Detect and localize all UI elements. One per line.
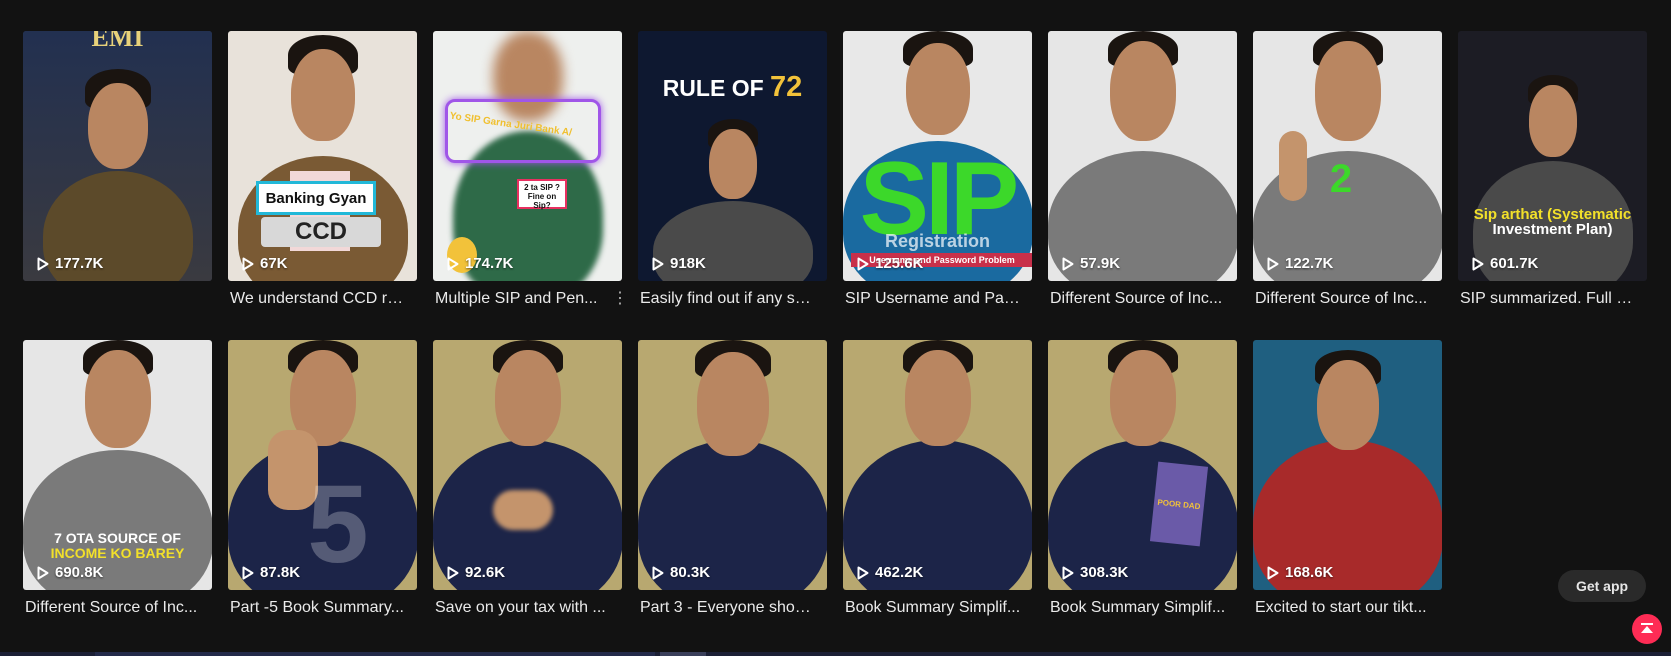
play-icon xyxy=(857,566,869,579)
play-icon xyxy=(37,566,49,579)
thumbnail-overlay-text: RULE OF 72 xyxy=(662,71,803,103)
video-thumbnail[interactable]: SIP Registration Username and Password P… xyxy=(843,31,1032,281)
more-options-icon[interactable]: ⋮ xyxy=(612,291,628,307)
video-card[interactable]: Banking Gyan CCD 67K We understand CCD r… xyxy=(228,31,417,317)
view-count: 87.8K xyxy=(242,564,300,581)
play-icon xyxy=(857,257,869,270)
video-caption[interactable]: SIP summarized. Full d... xyxy=(1458,290,1636,308)
video-card[interactable]: 92.6K Save on your tax with ... xyxy=(433,340,622,626)
video-thumbnail[interactable]: 57.9K xyxy=(1048,31,1237,281)
view-count: 80.3K xyxy=(652,564,710,581)
thumbnail-overlay-text: POOR DAD xyxy=(1157,497,1201,511)
video-caption[interactable]: We understand CCD ra... xyxy=(228,290,406,308)
view-count: 122.7K xyxy=(1267,255,1333,272)
play-icon xyxy=(447,257,459,270)
play-icon xyxy=(1267,566,1279,579)
play-icon xyxy=(242,566,254,579)
video-thumbnail[interactable]: 5 87.8K xyxy=(228,340,417,590)
video-thumbnail[interactable]: 80.3K xyxy=(638,340,827,590)
video-caption[interactable]: Save on your tax with ... xyxy=(433,599,611,617)
video-thumbnail[interactable]: POOR DAD 308.3K xyxy=(1048,340,1237,590)
view-count: 57.9K xyxy=(1062,255,1120,272)
video-card[interactable]: 2 122.7K Different Source of Inc... xyxy=(1253,31,1442,317)
thumbnail-overlay-text: Banking Gyan xyxy=(265,189,367,207)
view-count: 67K xyxy=(242,255,288,272)
play-icon xyxy=(242,257,254,270)
arrow-up-icon xyxy=(1641,623,1653,633)
view-count: 174.7K xyxy=(447,255,513,272)
video-caption[interactable]: SIP Username and Pas... xyxy=(843,290,1021,308)
play-icon xyxy=(1267,257,1279,270)
thumbnail-overlay-text: Investment Plan) xyxy=(1492,221,1613,238)
play-icon xyxy=(652,566,664,579)
view-count: 125.6K xyxy=(857,255,923,272)
thumbnail-overlay-text: 2 ta SIP ? Fine on Sip? xyxy=(517,179,567,210)
thumbnail-overlay-text: INCOME KO BAREY xyxy=(50,545,185,561)
view-count: 918K xyxy=(652,255,706,272)
video-thumbnail[interactable]: 168.6K xyxy=(1253,340,1442,590)
video-caption[interactable]: Different Source of Inc... xyxy=(1253,290,1431,308)
video-thumbnail[interactable]: 2 122.7K xyxy=(1253,31,1442,281)
video-caption[interactable]: Different Source of Inc... xyxy=(23,599,201,617)
video-caption[interactable]: Excited to start our tikt... xyxy=(1253,599,1431,617)
play-icon xyxy=(652,257,664,270)
thumbnail-overlay-text: 2 xyxy=(1329,157,1353,201)
video-card[interactable]: EMI 177.7K xyxy=(23,31,212,317)
video-grid-page: EMI 177.7K Banking Gyan CCD 67K We under… xyxy=(0,0,1671,656)
view-count: 601.7K xyxy=(1472,255,1538,272)
get-app-button[interactable]: Get app xyxy=(1558,570,1646,602)
video-card[interactable]: SIP Registration Username and Password P… xyxy=(843,31,1032,317)
video-thumbnail[interactable]: 462.2K xyxy=(843,340,1032,590)
view-count: 177.7K xyxy=(37,255,103,272)
video-card[interactable]: 462.2K Book Summary Simplif... xyxy=(843,340,1032,626)
video-thumbnail[interactable]: 92.6K xyxy=(433,340,622,590)
video-card[interactable]: 7 OTA SOURCE OF INCOME KO BAREY 690.8K D… xyxy=(23,340,212,626)
play-icon xyxy=(1062,566,1074,579)
video-caption[interactable]: Book Summary Simplif... xyxy=(1048,599,1226,617)
video-grid: EMI 177.7K Banking Gyan CCD 67K We under… xyxy=(23,31,1647,626)
video-card[interactable]: 57.9K Different Source of Inc... xyxy=(1048,31,1237,317)
video-thumbnail[interactable]: EMI 177.7K xyxy=(23,31,212,281)
thumbnail-overlay-text: 7 OTA SOURCE OF xyxy=(54,530,181,546)
view-count: 92.6K xyxy=(447,564,505,581)
video-thumbnail[interactable]: Yo SIP Garna Juri Bank A/ 2 ta SIP ? Fin… xyxy=(433,31,622,281)
video-caption[interactable]: Different Source of Inc... xyxy=(1048,290,1226,308)
video-card[interactable]: Yo SIP Garna Juri Bank A/ 2 ta SIP ? Fin… xyxy=(433,31,628,317)
play-icon xyxy=(447,566,459,579)
view-count: 308.3K xyxy=(1062,564,1128,581)
play-icon xyxy=(1062,257,1074,270)
video-card[interactable]: 5 87.8K Part -5 Book Summary... xyxy=(228,340,417,626)
video-thumbnail[interactable]: 7 OTA SOURCE OF INCOME KO BAREY 690.8K xyxy=(23,340,212,590)
video-card[interactable]: POOR DAD 308.3K Book Summary Simplif... xyxy=(1048,340,1237,626)
video-caption[interactable]: Part -5 Book Summary... xyxy=(228,599,406,617)
video-thumbnail[interactable]: RULE OF 72 918K xyxy=(638,31,827,281)
thumbnail-overlay-text: CCD xyxy=(295,218,347,245)
view-count: 462.2K xyxy=(857,564,923,581)
scroll-to-top-button[interactable] xyxy=(1632,614,1662,644)
thumbnail-overlay-text: Registration xyxy=(884,231,990,251)
scrollbar-thumb[interactable] xyxy=(660,652,706,656)
video-thumbnail[interactable]: Sip arthat (Systematic Investment Plan) … xyxy=(1458,31,1647,281)
video-card[interactable]: Sip arthat (Systematic Investment Plan) … xyxy=(1458,31,1647,317)
thumbnail-overlay-text: EMI xyxy=(91,31,144,52)
video-caption[interactable]: Multiple SIP and Pen... xyxy=(433,290,601,308)
video-caption[interactable]: Part 3 - Everyone shou... xyxy=(638,599,816,617)
view-count: 690.8K xyxy=(37,564,103,581)
video-caption[interactable]: Book Summary Simplif... xyxy=(843,599,1021,617)
video-card[interactable]: RULE OF 72 918K Easily find out if any s… xyxy=(638,31,827,317)
play-icon xyxy=(1472,257,1484,270)
view-count: 168.6K xyxy=(1267,564,1333,581)
play-icon xyxy=(37,257,49,270)
video-caption[interactable]: Easily find out if any sc... xyxy=(638,290,816,308)
video-thumbnail[interactable]: Banking Gyan CCD 67K xyxy=(228,31,417,281)
video-card[interactable]: 80.3K Part 3 - Everyone shou... xyxy=(638,340,827,626)
video-card[interactable]: 168.6K Excited to start our tikt... xyxy=(1253,340,1442,626)
horizontal-scrollbar[interactable] xyxy=(0,652,1671,656)
